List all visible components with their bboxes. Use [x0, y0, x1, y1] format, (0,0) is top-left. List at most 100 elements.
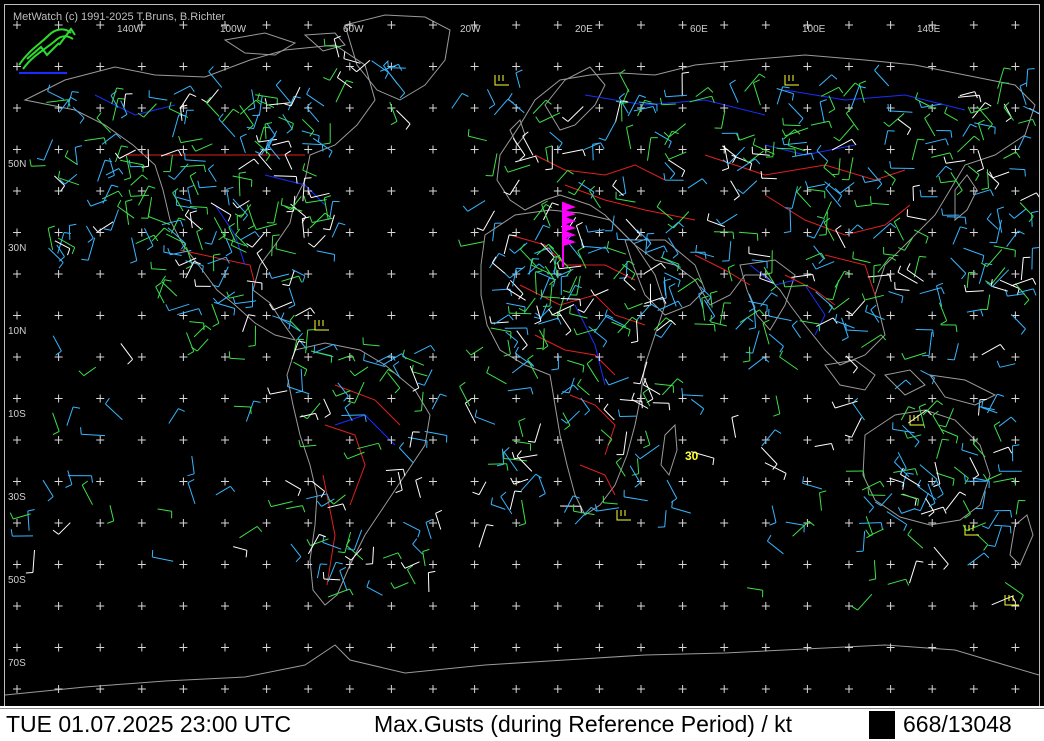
wind-barb-tick — [920, 190, 921, 197]
wind-barb-tick — [946, 166, 952, 170]
wind-barb-tick — [347, 549, 354, 550]
wind-barb-tick — [871, 305, 876, 310]
world-map[interactable]: 140W100W60W20W20E60E100E140E50N30N10N10S… — [4, 4, 1040, 709]
wind-barb-tick — [519, 308, 525, 311]
wind-barb-tick — [214, 254, 221, 255]
wind-barb-tick — [314, 345, 315, 352]
wind-barb-tick — [875, 65, 879, 70]
wind-barb — [46, 100, 68, 103]
wind-barb — [81, 434, 105, 435]
wind-barb — [436, 513, 441, 529]
wind-gust-barbs — [10, 36, 1039, 610]
wind-barb-tick — [88, 238, 94, 242]
wind-barb — [587, 364, 599, 382]
wind-barb-tick — [918, 139, 925, 140]
wind-barb-tick — [874, 265, 881, 266]
wind-barb — [212, 304, 219, 323]
wind-barb-tick — [93, 226, 98, 231]
wind-barb — [461, 242, 484, 247]
wind-barb — [227, 189, 230, 205]
wind-barb — [963, 501, 970, 515]
wind-barb-tick — [248, 108, 255, 110]
wind-barb — [785, 75, 799, 85]
wind-barb-tick — [942, 208, 943, 215]
wind-barb-tick — [299, 276, 302, 282]
wind-barb-tick — [677, 379, 683, 383]
wind-barb — [902, 509, 916, 514]
wind-barb — [853, 259, 871, 263]
wind-barb-tick — [759, 74, 765, 78]
wind-barb — [648, 138, 651, 161]
wind-barb-tick — [829, 121, 831, 128]
wind-barb — [162, 282, 177, 297]
wind-barb-tick — [316, 413, 319, 420]
wind-barb-tick — [730, 80, 736, 84]
wind-barb — [394, 583, 408, 589]
wind-barb-tick — [246, 307, 253, 308]
wind-barb-tick — [1020, 595, 1023, 601]
wind-barb-tick — [243, 215, 248, 220]
wind-barb-tick — [805, 181, 807, 188]
wind-barb-tick — [75, 146, 82, 148]
wind-barb-tick — [834, 137, 840, 141]
wind-barb — [336, 81, 346, 103]
wind-barb — [397, 110, 411, 124]
wind-barb — [788, 146, 805, 151]
wind-barb — [180, 165, 204, 167]
wind-barb — [912, 139, 917, 160]
wind-barb-tick — [219, 236, 225, 240]
wind-barb — [152, 269, 167, 270]
wind-barb — [562, 150, 583, 154]
wind-barb — [306, 330, 308, 353]
wind-barb — [696, 88, 708, 97]
wind-barb-tick — [246, 550, 247, 557]
wind-barb — [471, 347, 483, 355]
wind-barb-tick — [37, 158, 44, 160]
wind-barb — [428, 573, 429, 592]
wind-barb-tick — [276, 242, 277, 249]
wind-barb-tick — [516, 70, 523, 73]
wind-barb — [515, 156, 535, 162]
wind-barb-tick — [561, 276, 568, 277]
lat-label: 50N — [8, 159, 26, 170]
wind-barb — [239, 173, 240, 196]
wind-barb-tick — [108, 175, 114, 178]
wind-barb — [148, 149, 149, 166]
wind-barb — [517, 331, 528, 345]
wind-barb-tick — [168, 248, 170, 255]
wind-barb-tick — [566, 331, 571, 336]
wind-barb-tick — [605, 379, 608, 385]
wind-barb — [522, 500, 526, 524]
wind-barb-tick — [346, 81, 353, 83]
wind-barb — [868, 275, 890, 277]
wind-barb — [168, 228, 185, 243]
wind-barb-tick — [497, 464, 504, 466]
wind-barb-tick — [627, 125, 634, 127]
wind-barb-tick — [336, 562, 343, 564]
map-canvas[interactable]: 140W100W60W20W20E60E100E140E50N30N10N10S… — [5, 5, 1039, 708]
wind-barb-tick — [970, 124, 976, 127]
wind-barb — [558, 312, 571, 331]
wind-barb-tick — [1000, 344, 1004, 350]
wind-barb-tick — [87, 200, 90, 206]
coastlines — [5, 15, 1039, 695]
wind-barb-tick — [1020, 83, 1026, 86]
wind-barb-tick — [747, 317, 753, 321]
wind-barb-tick — [257, 526, 262, 531]
wind-barb-tick — [853, 252, 854, 259]
wind-barb — [575, 180, 585, 195]
wind-barb-tick — [489, 105, 495, 109]
wind-barb — [702, 298, 705, 321]
wind-barb — [836, 230, 846, 248]
wind-barb — [584, 299, 594, 313]
wind-barb-tick — [743, 361, 750, 362]
wind-barb-tick — [570, 307, 571, 314]
wind-barb-tick — [643, 445, 649, 448]
wind-barb — [895, 380, 906, 389]
wind-barb — [578, 251, 586, 268]
wind-barb — [510, 491, 515, 510]
wind-barb — [749, 357, 765, 369]
wind-barb-tick — [1009, 214, 1014, 219]
lon-label: 100W — [220, 24, 247, 35]
wind-barb-tick — [722, 168, 729, 170]
